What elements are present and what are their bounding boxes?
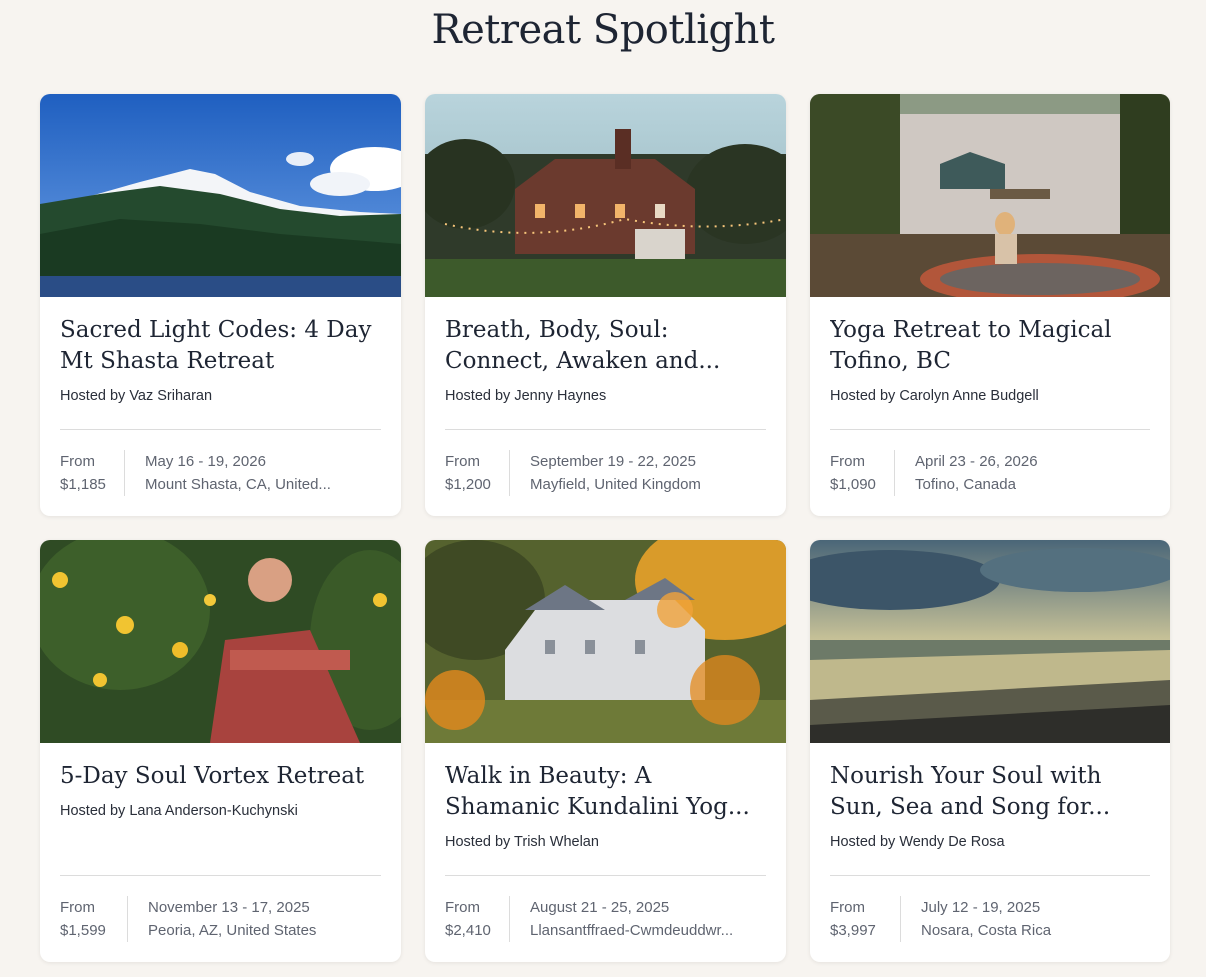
retreat-image-tofino-hot-tub[interactable] xyxy=(810,94,1170,297)
price-label: From xyxy=(830,453,865,470)
retreat-card[interactable]: Breath, Body, Soul: Connect, Awaken and.… xyxy=(425,94,786,516)
price-block: From $1,185 xyxy=(60,450,125,496)
info-block: September 19 - 22, 2025 Mayfield, United… xyxy=(510,450,766,496)
retreat-title[interactable]: 5-Day Soul Vortex Retreat xyxy=(60,761,381,792)
price-label: From xyxy=(60,453,95,470)
price-value: $3,997 xyxy=(830,922,876,939)
retreat-card[interactable]: Yoga Retreat to Magical Tofino, BC Hoste… xyxy=(810,94,1170,516)
info-block: August 21 - 25, 2025 Llansantffraed-Cwmd… xyxy=(510,896,766,942)
info-block: July 12 - 19, 2025 Nosara, Costa Rica xyxy=(901,896,1150,942)
retreat-dates: November 13 - 17, 2025 xyxy=(148,899,310,916)
retreat-location: Mount Shasta, CA, United... xyxy=(145,476,331,493)
info-block: November 13 - 17, 2025 Peoria, AZ, Unite… xyxy=(128,896,381,942)
price-block: From $3,997 xyxy=(830,896,901,942)
retreat-meta: From $1,200 September 19 - 22, 2025 Mayf… xyxy=(445,429,766,496)
retreat-image-autumn-mansion[interactable] xyxy=(425,540,786,743)
retreat-card[interactable]: Sacred Light Codes: 4 Day Mt Shasta Retr… xyxy=(40,94,401,516)
retreat-host: Hosted by Trish Whelan xyxy=(445,834,599,850)
price-block: From $2,410 xyxy=(445,896,510,942)
price-label: From xyxy=(60,899,95,916)
price-label: From xyxy=(830,899,865,916)
retreat-dates: September 19 - 22, 2025 xyxy=(530,453,696,470)
info-block: May 16 - 19, 2026 Mount Shasta, CA, Unit… xyxy=(125,450,381,496)
retreat-dates: August 21 - 25, 2025 xyxy=(530,899,670,916)
retreat-dates: May 16 - 19, 2026 xyxy=(145,453,266,470)
retreat-location: Peoria, AZ, United States xyxy=(148,922,317,939)
retreat-location: Mayfield, United Kingdom xyxy=(530,476,701,493)
retreat-host: Hosted by Lana Anderson-Kuchynski xyxy=(60,803,298,819)
price-label: From xyxy=(445,899,480,916)
retreat-meta: From $1,090 April 23 - 26, 2026 Tofino, … xyxy=(830,429,1150,496)
retreat-dates: July 12 - 19, 2025 xyxy=(921,899,1041,916)
retreat-host: Hosted by Wendy De Rosa xyxy=(830,834,1005,850)
price-block: From $1,200 xyxy=(445,450,510,496)
retreat-meta: From $1,599 November 13 - 17, 2025 Peori… xyxy=(60,875,381,942)
retreat-meta: From $3,997 July 12 - 19, 2025 Nosara, C… xyxy=(830,875,1150,942)
price-value: $1,090 xyxy=(830,476,876,493)
retreat-location: Nosara, Costa Rica xyxy=(921,922,1052,939)
price-value: $1,185 xyxy=(60,476,106,493)
retreat-location: Tofino, Canada xyxy=(915,476,1016,493)
retreat-card[interactable]: Walk in Beauty: A Shamanic Kundalini Yog… xyxy=(425,540,786,962)
page-title: Retreat Spotlight xyxy=(431,7,775,53)
price-label: From xyxy=(445,453,480,470)
retreat-title[interactable]: Sacred Light Codes: 4 Day Mt Shasta Retr… xyxy=(60,315,381,377)
retreat-title[interactable]: Walk in Beauty: A Shamanic Kundalini Yog… xyxy=(445,761,766,823)
retreat-host: Hosted by Jenny Haynes xyxy=(445,388,607,404)
retreat-host: Hosted by Carolyn Anne Budgell xyxy=(830,388,1039,404)
retreat-host: Hosted by Vaz Sriharan xyxy=(60,388,213,404)
retreat-title[interactable]: Nourish Your Soul with Sun, Sea and Song… xyxy=(830,761,1150,823)
retreat-image-woman-lemon-tree[interactable] xyxy=(40,540,401,743)
retreat-dates: April 23 - 26, 2026 xyxy=(915,453,1038,470)
retreat-card[interactable]: Nourish Your Soul with Sun, Sea and Song… xyxy=(810,540,1170,962)
price-block: From $1,599 xyxy=(60,896,128,942)
price-block: From $1,090 xyxy=(830,450,895,496)
retreat-title[interactable]: Breath, Body, Soul: Connect, Awaken and.… xyxy=(445,315,766,377)
info-block: April 23 - 26, 2026 Tofino, Canada xyxy=(895,450,1150,496)
price-value: $1,599 xyxy=(60,922,106,939)
retreat-image-manor-house[interactable] xyxy=(425,94,786,297)
retreat-image-beach-sunset[interactable] xyxy=(810,540,1170,743)
retreat-card[interactable]: 5-Day Soul Vortex Retreat Hosted by Lana… xyxy=(40,540,401,962)
retreat-meta: From $1,185 May 16 - 19, 2026 Mount Shas… xyxy=(60,429,381,496)
retreat-meta: From $2,410 August 21 - 25, 2025 Llansan… xyxy=(445,875,766,942)
retreat-grid: Sacred Light Codes: 4 Day Mt Shasta Retr… xyxy=(40,94,1170,962)
retreat-title[interactable]: Yoga Retreat to Magical Tofino, BC xyxy=(830,315,1150,377)
retreat-image-mt-shasta[interactable] xyxy=(40,94,401,297)
retreat-location: Llansantffraed-Cwmdeuddwr... xyxy=(530,922,734,939)
price-value: $2,410 xyxy=(445,922,491,939)
price-value: $1,200 xyxy=(445,476,491,493)
